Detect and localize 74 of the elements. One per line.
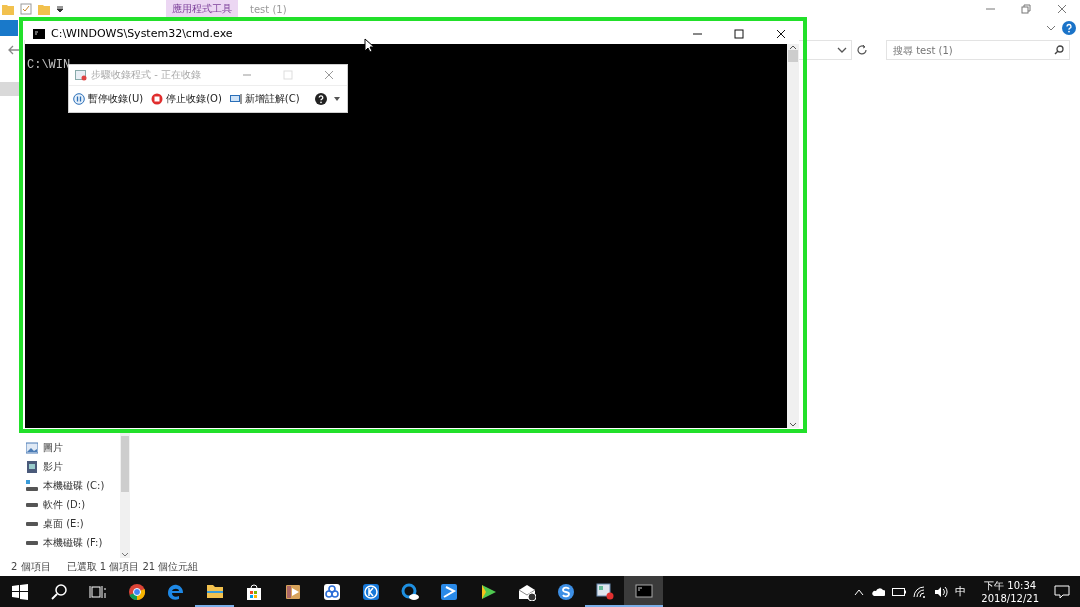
cloud-ring-icon[interactable] [400, 582, 419, 601]
pause-button[interactable]: 暫停收錄(U) [71, 90, 146, 108]
edge-icon[interactable] [166, 582, 185, 601]
window-title: test (1) [250, 3, 287, 15]
nav-label: 本機磁碟 (F:) [43, 535, 103, 550]
properties-icon[interactable] [20, 3, 32, 15]
arrow-app-icon[interactable] [439, 582, 458, 601]
nav-item[interactable]: 本機磁碟 (F:) [0, 533, 120, 552]
window-title: C:\WINDOWS\System32\cmd.exe [51, 27, 233, 40]
window-title: 步驟收錄程式 - 正在收錄 [91, 68, 201, 82]
nav-item[interactable]: 圖片 [0, 438, 120, 457]
k-circle-icon[interactable] [361, 582, 380, 601]
nav-item[interactable]: 軟件 (D:) [0, 495, 120, 514]
add-comment-button[interactable]: 新增註解(C) [227, 90, 302, 108]
terminal-icon [33, 28, 45, 39]
wifi-icon[interactable] [913, 585, 928, 598]
shopping-bag-icon[interactable] [244, 582, 263, 601]
drive-icon [26, 521, 38, 526]
search-icon[interactable] [49, 582, 68, 601]
notification-icon[interactable] [1054, 584, 1070, 599]
chevron-icon[interactable] [837, 46, 847, 54]
video-player-icon[interactable] [283, 582, 302, 601]
windows-icon[interactable] [10, 582, 29, 601]
speaker-icon[interactable] [934, 585, 949, 598]
dropdown-icon[interactable] [333, 96, 341, 102]
nav-label: 軟件 (D:) [43, 497, 86, 512]
maximize-button[interactable] [734, 28, 744, 39]
nav-item[interactable]: 桌面 (E:) [0, 514, 120, 533]
nav-label: 本機磁碟 (C:) [43, 478, 105, 493]
drive-icon [26, 502, 38, 507]
nav-item[interactable]: 影片 [0, 457, 120, 476]
cloud-drive-icon[interactable] [322, 582, 341, 601]
nav-label: 影片 [43, 459, 63, 474]
picture-icon [26, 441, 38, 454]
scroll-down-icon[interactable] [121, 552, 129, 558]
clock-time[interactable]: 下午 10:34 [984, 578, 1037, 592]
refresh-icon[interactable] [856, 44, 868, 56]
recorder-icon [75, 69, 87, 81]
chevron-up-icon[interactable] [854, 587, 865, 596]
s-circle-icon[interactable] [556, 582, 575, 601]
search-field[interactable]: 搜尋 test (1) [886, 40, 1070, 60]
comment-icon [229, 93, 242, 105]
chevron-icon[interactable] [1046, 24, 1056, 32]
nav-item[interactable]: 本機磁碟 (C:) [0, 476, 120, 495]
drive-icon [26, 479, 38, 492]
close-button[interactable] [776, 28, 786, 39]
item-count: 2 個項目 [11, 560, 51, 574]
console-text: C:\WIN [27, 58, 71, 72]
ribbon-tab[interactable]: 應用程式工具 [166, 0, 238, 18]
battery-icon[interactable] [892, 587, 907, 596]
help-icon[interactable] [315, 93, 327, 105]
pause-icon [73, 93, 85, 105]
screen-record-icon[interactable] [595, 581, 614, 600]
restore-button[interactable] [1021, 4, 1031, 14]
scroll-up-icon[interactable] [789, 44, 797, 50]
dropdown-icon[interactable] [56, 4, 64, 14]
nav-label: 圖片 [43, 440, 63, 455]
drive-icon [26, 540, 38, 545]
clock-date[interactable]: 2018/12/21 [981, 591, 1039, 605]
nav-label: 桌面 (E:) [43, 516, 84, 531]
scrollbar-thumb[interactable] [788, 50, 798, 62]
terminal-icon[interactable] [634, 581, 653, 600]
stop-icon [151, 93, 164, 105]
video-icon [26, 460, 38, 473]
stop-button[interactable]: 停止收錄(O) [149, 90, 224, 108]
search-icon [1054, 45, 1064, 55]
scroll-down-icon[interactable] [789, 422, 797, 428]
back-arrow-icon[interactable] [8, 45, 20, 55]
browser-icon[interactable] [127, 582, 146, 601]
selection-info: 已選取 1 個項目 21 個位元組 [66, 560, 199, 574]
mail-icon[interactable] [517, 582, 536, 601]
cloud-icon[interactable] [871, 586, 886, 597]
scrollbar-thumb[interactable] [121, 436, 129, 492]
input-method-indicator[interactable]: 中 [955, 584, 967, 599]
